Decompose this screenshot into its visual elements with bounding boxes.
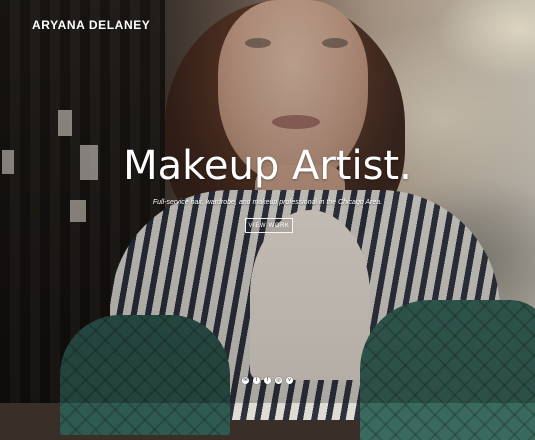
twitter-icon[interactable]: t [253, 377, 260, 384]
site-brand[interactable]: ARYANA DELANEY [32, 18, 150, 32]
hero-headline: Makeup Artist. [123, 143, 412, 189]
facebook-icon[interactable]: f [264, 377, 271, 384]
instagram-icon[interactable]: ◎ [275, 377, 282, 384]
hero-subline: Full-service hair, wardrobe, and makeup … [152, 199, 383, 206]
view-work-button[interactable]: VIEW WORK [245, 218, 293, 233]
social-links: ✉ t f ◎ v [0, 377, 535, 384]
vimeo-icon[interactable]: v [286, 377, 293, 384]
email-icon[interactable]: ✉ [242, 377, 249, 384]
